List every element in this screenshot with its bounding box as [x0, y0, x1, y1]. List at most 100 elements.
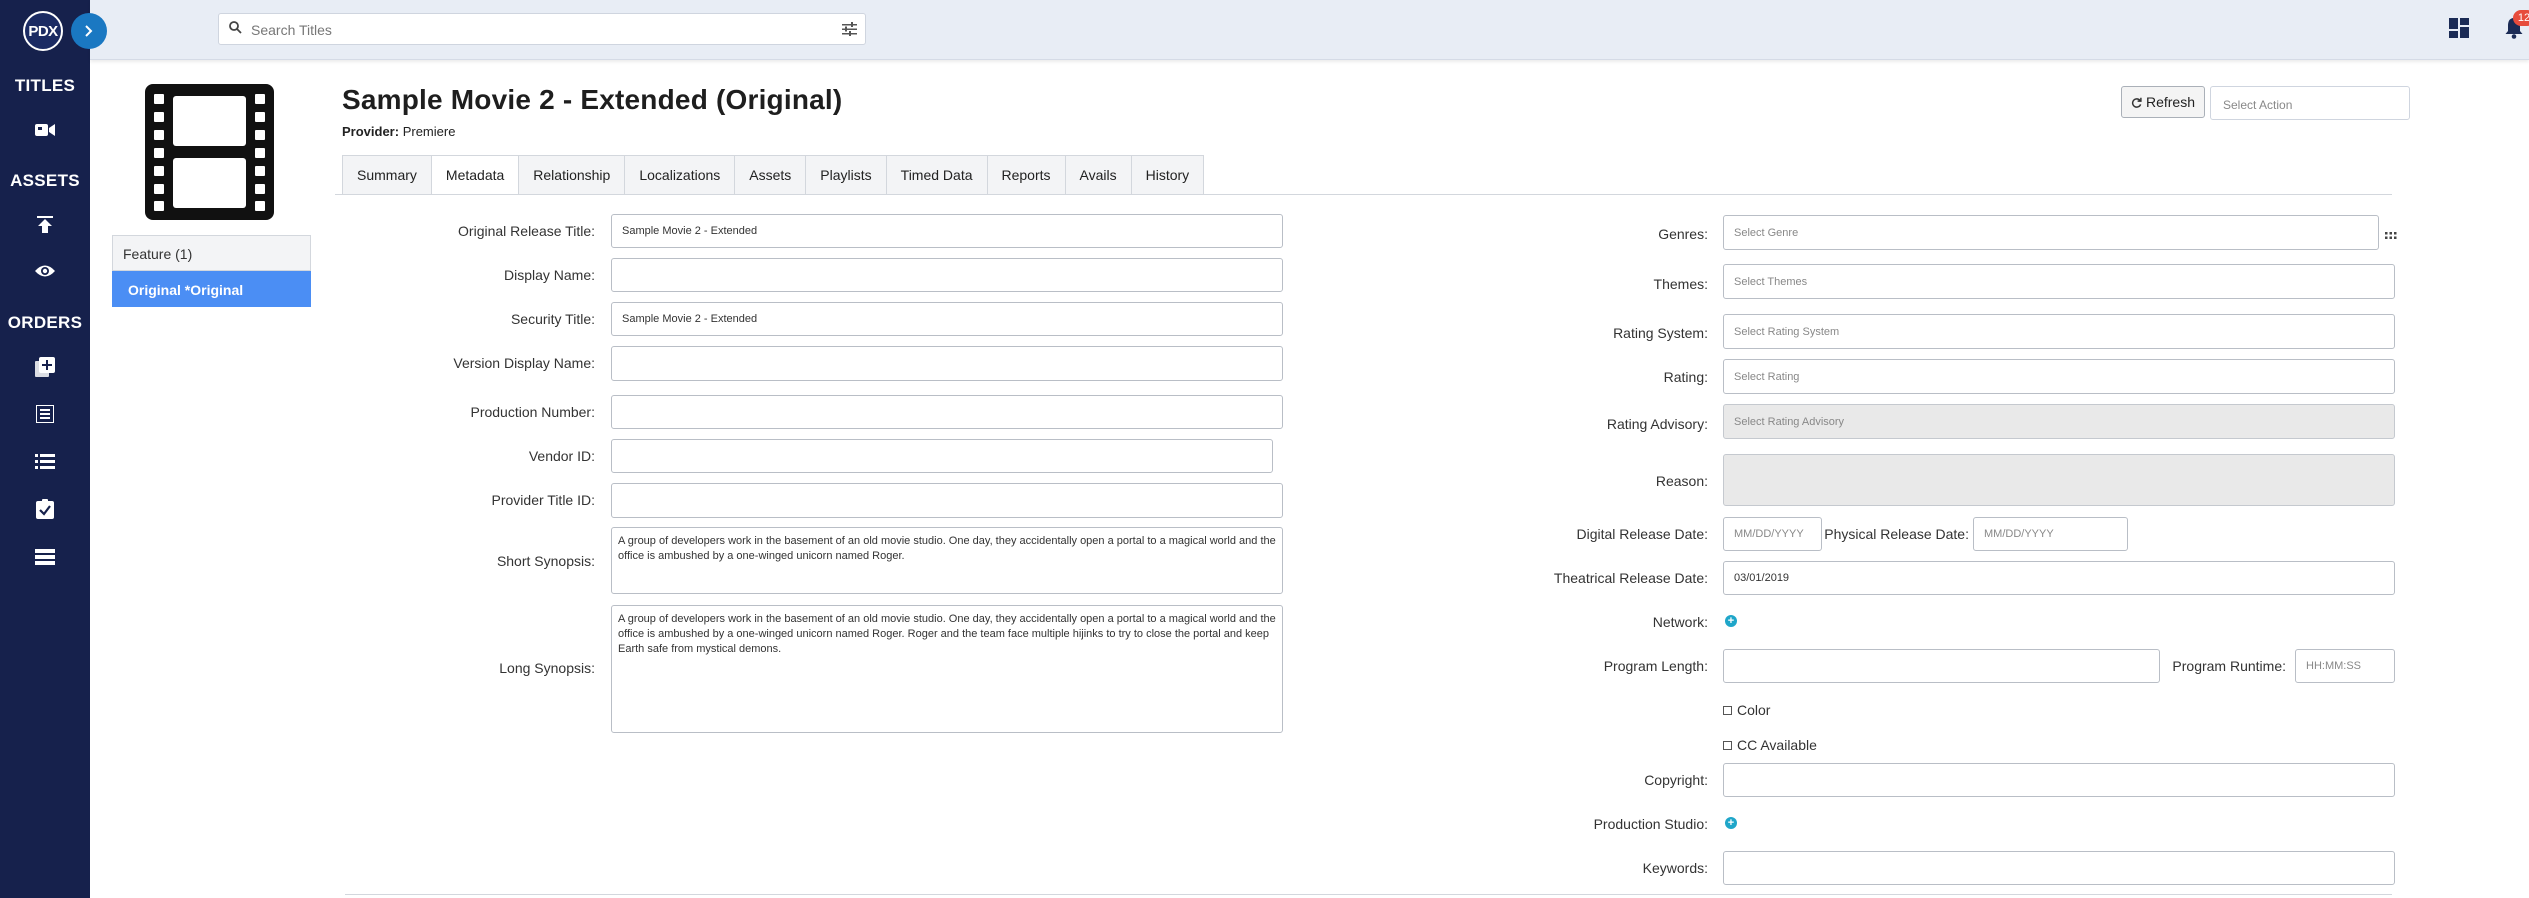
select-action-dropdown[interactable]: Select Action [2210, 86, 2410, 120]
receipt-list-icon[interactable] [30, 400, 60, 428]
version-list: Feature (1) Original *Original [112, 235, 311, 307]
themes-select[interactable]: Select Themes [1723, 264, 2395, 299]
sidebar: PDX TITLES ASSETS ORDERS [0, 0, 90, 898]
long-synopsis-label: Long Synopsis: [499, 660, 595, 676]
refresh-label: Refresh [2145, 94, 2196, 110]
tab-summary[interactable]: Summary [342, 155, 431, 195]
provider-label: Provider: [342, 124, 400, 139]
production-number-label: Production Number: [470, 404, 595, 420]
tab-history[interactable]: History [1130, 155, 1205, 195]
dashboard-grid-icon[interactable] [2449, 18, 2469, 43]
add-network-icon[interactable]: + [1725, 615, 1737, 627]
tab-playlists[interactable]: Playlists [805, 155, 886, 195]
checklist-icon[interactable] [30, 448, 60, 476]
expand-sidebar-button[interactable] [71, 13, 107, 49]
color-checkbox-row[interactable]: Color [1723, 702, 1770, 718]
original-release-title-input[interactable]: Sample Movie 2 - Extended [611, 214, 1283, 248]
color-checkbox[interactable] [1723, 705, 1732, 715]
theatrical-release-date-input[interactable]: 03/01/2019 [1723, 561, 2395, 595]
search-box[interactable] [218, 13, 866, 45]
cc-available-checkbox[interactable] [1723, 740, 1732, 750]
genres-label: Genres: [1658, 226, 1708, 242]
program-runtime-label: Program Runtime: [2172, 658, 2286, 674]
genres-select[interactable]: Select Genre [1723, 215, 2379, 250]
security-title-input[interactable]: Sample Movie 2 - Extended [611, 302, 1283, 336]
theatrical-release-date-label: Theatrical Release Date: [1553, 570, 1708, 586]
search-input[interactable] [251, 18, 811, 42]
refresh-button[interactable]: Refresh [2121, 86, 2205, 118]
network-label: Network: [1652, 614, 1708, 630]
physical-release-date-label: Physical Release Date: [1824, 526, 1969, 542]
sidebar-heading-assets[interactable]: ASSETS [0, 171, 90, 191]
tab-divider [335, 194, 2392, 195]
security-title-label: Security Title: [510, 311, 595, 327]
vendor-id-input[interactable] [611, 439, 1273, 473]
rating-select[interactable]: Select Rating [1723, 359, 2395, 394]
production-number-input[interactable] [611, 395, 1283, 429]
display-name-label: Display Name: [503, 267, 595, 283]
provider-value: Premiere [402, 124, 456, 139]
version-item-feature[interactable]: Feature (1) [112, 235, 311, 271]
digital-release-date-input[interactable]: MM/DD/YYYY [1723, 517, 1822, 551]
program-runtime-input[interactable]: HH:MM:SS [2295, 649, 2395, 683]
page-title: Sample Movie 2 - Extended (Original) [342, 84, 843, 115]
sidebar-heading-orders[interactable]: ORDERS [0, 313, 90, 333]
program-length-input[interactable] [1723, 649, 2160, 683]
add-production-studio-icon[interactable]: + [1725, 817, 1737, 829]
short-synopsis-textarea[interactable]: A group of developers work in the baseme… [611, 527, 1283, 594]
production-studio-label: Production Studio: [1593, 816, 1708, 832]
short-synopsis-label: Short Synopsis: [496, 553, 595, 569]
film-strip-icon [145, 84, 274, 225]
refresh-icon [2131, 97, 2142, 108]
long-synopsis-textarea[interactable]: A group of developers work in the baseme… [611, 605, 1283, 733]
notification-count-badge: 12 [2513, 10, 2529, 26]
tab-localizations[interactable]: Localizations [624, 155, 735, 195]
version-display-name-label: Version Display Name: [453, 355, 595, 371]
original-release-title-label: Original Release Title: [458, 223, 595, 239]
table-rows-icon[interactable] [30, 543, 60, 571]
themes-label: Themes: [1653, 276, 1708, 292]
cc-available-checkbox-row[interactable]: CC Available [1723, 737, 1817, 753]
reason-textarea[interactable] [1723, 454, 2395, 506]
rating-system-select[interactable]: Select Rating System [1723, 314, 2395, 349]
assignment-check-icon[interactable] [30, 495, 60, 523]
copyright-label: Copyright: [1644, 772, 1708, 788]
tab-assets[interactable]: Assets [734, 155, 806, 195]
pdx-logo[interactable]: PDX [23, 11, 63, 51]
sidebar-heading-titles[interactable]: TITLES [0, 76, 90, 96]
tab-reports[interactable]: Reports [986, 155, 1065, 195]
tab-timed-data[interactable]: Timed Data [885, 155, 987, 195]
keywords-label: Keywords: [1642, 860, 1708, 876]
copyright-input[interactable] [1723, 763, 2395, 797]
program-length-label: Program Length: [1603, 658, 1708, 674]
provider-line: Provider: Premiere [342, 124, 455, 139]
rating-system-label: Rating System: [1613, 325, 1708, 341]
provider-title-id-label: Provider Title ID: [491, 492, 595, 508]
display-name-input[interactable] [611, 258, 1283, 292]
rating-label: Rating: [1663, 369, 1708, 385]
provider-title-id-input[interactable] [611, 483, 1283, 518]
tab-avails[interactable]: Avails [1064, 155, 1131, 195]
keywords-input[interactable] [1723, 851, 2395, 885]
rating-advisory-label: Rating Advisory: [1606, 416, 1708, 432]
color-checkbox-label: Color [1737, 702, 1771, 718]
upload-icon[interactable] [30, 211, 60, 239]
top-bar: 12 [90, 0, 2529, 60]
chevron-right-icon [85, 25, 93, 37]
tab-relationship[interactable]: Relationship [518, 155, 625, 195]
reason-label: Reason: [1655, 473, 1708, 489]
digital-release-date-label: Digital Release Date: [1576, 526, 1708, 542]
version-item-original[interactable]: Original *Original [112, 271, 311, 307]
version-display-name-input[interactable] [611, 346, 1283, 381]
more-options-icon[interactable] [2385, 227, 2397, 245]
form-bottom-divider [345, 894, 2392, 895]
physical-release-date-input[interactable]: MM/DD/YYYY [1973, 517, 2128, 551]
video-camera-icon[interactable] [30, 116, 60, 144]
rating-advisory-select[interactable]: Select Rating Advisory [1723, 404, 2395, 439]
search-icon [229, 21, 242, 39]
eye-icon[interactable] [30, 257, 60, 285]
add-box-icon[interactable] [30, 353, 60, 381]
filter-sliders-icon[interactable] [842, 22, 857, 41]
tab-bar: Summary Metadata Relationship Localizati… [342, 155, 1205, 195]
tab-metadata[interactable]: Metadata [430, 155, 519, 195]
